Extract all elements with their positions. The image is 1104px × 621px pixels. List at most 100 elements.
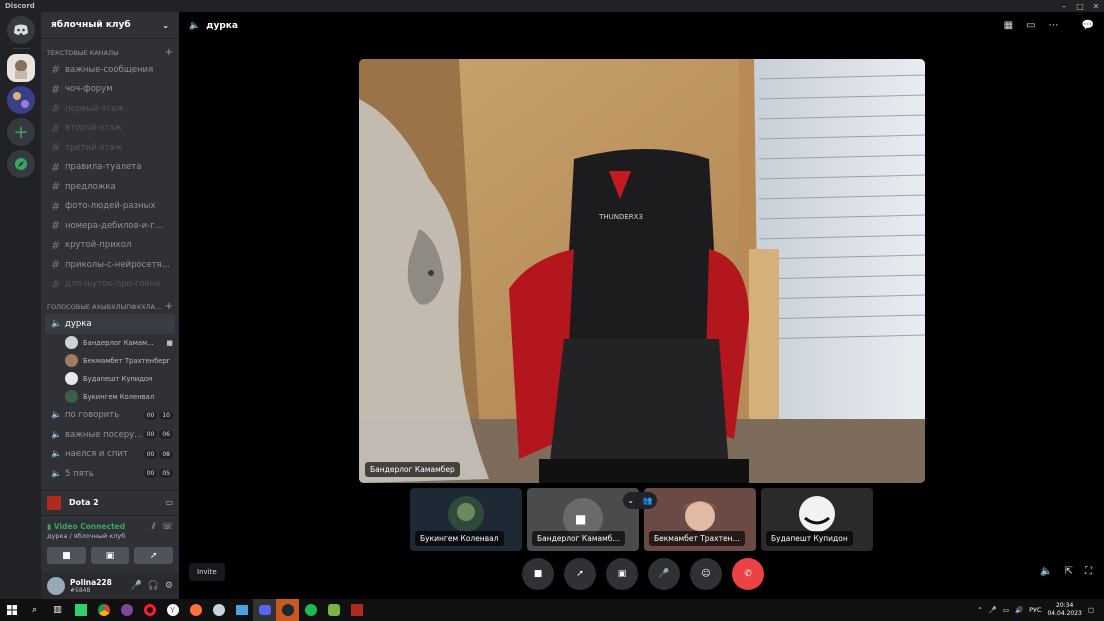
volume-icon[interactable]: 🔈: [1040, 566, 1052, 577]
voice-channel-item[interactable]: 🔈 наелся и спит 00 08: [41, 445, 179, 465]
fullscreen-icon[interactable]: ⛶: [1085, 566, 1092, 577]
maximize-icon[interactable]: □: [1072, 0, 1088, 12]
tile-collapse-toggle[interactable]: ⌄ 👥: [623, 492, 657, 509]
rocket-icon: ➚: [576, 569, 584, 579]
chevron-down-icon[interactable]: ⌄: [162, 21, 169, 30]
clock[interactable]: 20:34 04.04.2023: [1047, 602, 1081, 618]
activity-button[interactable]: ➚: [134, 547, 174, 564]
voice-channel-item[interactable]: 🔈 5 пять 00 05: [41, 464, 179, 484]
activity-launch-button[interactable]: ➚: [564, 558, 596, 590]
participant-tile-1[interactable]: Букингем Коленвал: [410, 488, 522, 551]
voice-user-item[interactable]: Будапешт Купидон: [41, 370, 179, 388]
microphone-tray-icon[interactable]: 🎤: [989, 606, 997, 614]
noise-suppression-icon[interactable]: ⫽: [152, 522, 156, 540]
hashtag-icon: #: [51, 63, 61, 77]
close-icon[interactable]: ✕: [1088, 0, 1104, 12]
speaker-tray-icon[interactable]: 🔊: [1015, 606, 1023, 614]
voice-user-item[interactable]: Бекмамбет Трахтенберг: [41, 352, 179, 370]
text-channel-item[interactable]: # третий-этаж: [41, 138, 179, 158]
text-channel-item[interactable]: # второй-этаж: [41, 119, 179, 139]
text-channel-item[interactable]: # номера-дебилов-и-г...: [41, 216, 179, 236]
camera-toggle-button[interactable]: ■: [522, 558, 554, 590]
leave-call-button[interactable]: ✆: [732, 558, 764, 590]
channel-label: второй-этаж: [65, 123, 122, 134]
settings-gear-icon[interactable]: ⚙: [165, 581, 173, 591]
voice-stage: 🔈 дурка ▦ ▭ ⋯ 💬 THUNDERX3 Бандерлог Кама…: [179, 12, 1104, 599]
server-yablochny-klub-avatar[interactable]: [7, 54, 35, 82]
text-channel-item[interactable]: # чоч-форум: [41, 80, 179, 100]
explore-compass-icon[interactable]: [7, 150, 35, 178]
voice-user-item[interactable]: Бандерлог Камам... ■: [41, 334, 179, 352]
chrome-icon[interactable]: [92, 599, 115, 621]
firefox-icon[interactable]: [184, 599, 207, 621]
steam-icon[interactable]: [207, 599, 230, 621]
text-channel-item[interactable]: # предложка: [41, 177, 179, 197]
dota-taskbar-icon[interactable]: [345, 599, 368, 621]
text-channel-item[interactable]: # крутой-прикол: [41, 236, 179, 256]
task-view-icon[interactable]: ▥: [46, 599, 69, 621]
search-icon[interactable]: ⌕: [23, 599, 46, 621]
channel-label: крутой-прикол: [65, 240, 132, 251]
stage-header: 🔈 дурка: [179, 12, 1104, 39]
text-channel-item[interactable]: # первый-этаж: [41, 99, 179, 119]
soundboard-button[interactable]: ☺: [690, 558, 722, 590]
android-icon[interactable]: [322, 599, 345, 621]
chat-bubble-icon[interactable]: 💬: [1082, 20, 1094, 31]
server-header[interactable]: яблочный клуб ⌄: [41, 12, 179, 39]
microphone-toggle-button[interactable]: 🎤: [648, 558, 680, 590]
grid-layout-icon[interactable]: ▦: [1004, 20, 1013, 31]
user-limit-badge: 00: [143, 430, 158, 440]
connection-status[interactable]: ▮ Video Connected: [47, 522, 125, 531]
screen-share-icon[interactable]: ▭: [165, 498, 173, 507]
video-camera-button[interactable]: ■: [47, 547, 86, 564]
voice-channel-item[interactable]: 🔈 по говорить 00 10: [41, 406, 179, 426]
share-screen-button[interactable]: ▣: [90, 547, 130, 564]
text-channel-item[interactable]: # приколы-с-нейросетя...: [41, 255, 179, 275]
headphones-icon[interactable]: 🎧: [148, 581, 159, 591]
tor-browser-icon[interactable]: [115, 599, 138, 621]
popout-icon[interactable]: ⇱: [1065, 566, 1073, 577]
text-channel-item[interactable]: # правила-туалета: [41, 158, 179, 178]
text-channel-item[interactable]: # для-шуток-про-говно: [41, 275, 179, 295]
add-channel-icon[interactable]: +: [165, 47, 173, 58]
text-channel-item[interactable]: # важные-сообщения: [41, 60, 179, 80]
user-panel[interactable]: Polina228 #5848 🎤 🎧 ⚙: [41, 573, 179, 599]
spotify-icon[interactable]: [299, 599, 322, 621]
voice-category-header[interactable]: ГОЛОСОВЫЕ АХЫВХЛЫПФХХЛА... +: [41, 299, 179, 314]
more-options-icon[interactable]: ⋯: [1049, 20, 1059, 31]
voice-channel-item[interactable]: 🔈 важные посеру... 00 06: [41, 425, 179, 445]
voice-channel-active[interactable]: 🔈 дурка: [45, 314, 175, 334]
windows-start-icon[interactable]: [0, 599, 23, 621]
screen-share-button[interactable]: ▣: [606, 558, 638, 590]
microphone-icon[interactable]: 🎤: [130, 581, 141, 591]
hang-up-icon: ✆: [744, 569, 752, 579]
popout-icon[interactable]: ▭: [1026, 20, 1035, 31]
voice-user-item[interactable]: Букингем Коленвал: [41, 388, 179, 406]
yandex-browser-icon[interactable]: Y: [161, 599, 184, 621]
app-icon[interactable]: [230, 599, 253, 621]
disconnect-icon[interactable]: ☏: [162, 522, 173, 540]
hashtag-icon: #: [51, 121, 61, 135]
channel-label: правила-туалета: [65, 162, 142, 173]
add-channel-icon[interactable]: +: [165, 301, 173, 312]
participant-tile-2[interactable]: ■ Бандерлог Камамб...: [527, 488, 639, 551]
text-category-header[interactable]: ТЕКСТОВЫЕ КАНАЛЫ +: [41, 45, 179, 60]
text-channel-item[interactable]: # фото-людей-разных: [41, 197, 179, 217]
home-discord-icon[interactable]: [7, 16, 35, 44]
tray-expand-icon[interactable]: ⌃: [977, 606, 982, 614]
notifications-icon[interactable]: ▢: [1088, 606, 1094, 614]
server-2-avatar[interactable]: [7, 86, 35, 114]
discord-taskbar-icon[interactable]: [253, 599, 276, 621]
participant-tile-4[interactable]: Будапешт Купидон: [761, 488, 873, 551]
activity-bar[interactable]: Dota 2 ▭: [41, 490, 179, 514]
pycharm-icon[interactable]: [69, 599, 92, 621]
avatar[interactable]: [47, 577, 65, 595]
main-video-stream[interactable]: THUNDERX3 Бандерлог Камамбер: [359, 59, 925, 483]
language-indicator[interactable]: РУС: [1029, 606, 1041, 614]
network-icon[interactable]: ▭: [1003, 606, 1009, 614]
participant-tile-3[interactable]: Бекмамбет Трахтен...: [644, 488, 756, 551]
steam-active-icon[interactable]: [276, 599, 299, 621]
add-server-icon[interactable]: +: [7, 118, 35, 146]
minimize-icon[interactable]: –: [1056, 0, 1072, 12]
opera-icon[interactable]: [138, 599, 161, 621]
